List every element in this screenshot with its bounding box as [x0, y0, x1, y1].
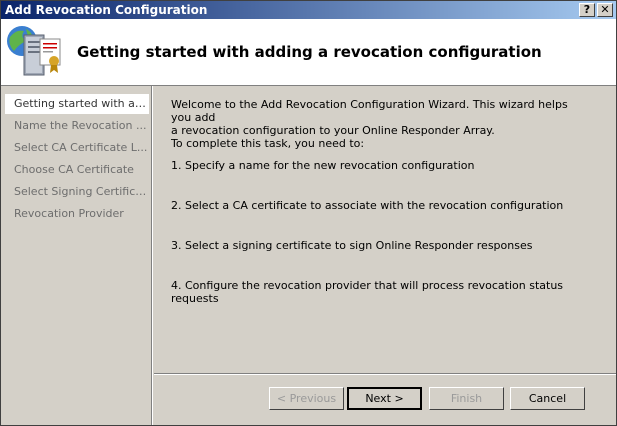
step-1-text: 1. Specify a name for the new revocation… [171, 159, 475, 172]
step-4-text: 4. Configure the revocation provider tha… [171, 279, 564, 305]
sidebar-item-select-signing-certificate[interactable]: Select Signing Certificate [5, 182, 149, 202]
intro-line-3: To complete this task, you need to: [171, 137, 365, 150]
title-bar[interactable]: Add Revocation Configuration ? ✕ [1, 1, 616, 19]
sidebar-item-name-revocation[interactable]: Name the Revocation ... [5, 116, 149, 136]
wizard-header: Getting started with adding a revocation… [1, 19, 616, 86]
previous-button[interactable]: < Previous [269, 387, 344, 410]
close-button[interactable]: ✕ [597, 3, 613, 17]
intro-line-1: Welcome to the Add Revocation Configurat… [171, 98, 568, 124]
sidebar-item-getting-started[interactable]: Getting started with ad... [5, 94, 149, 114]
page-title: Getting started with adding a revocation… [77, 43, 542, 61]
cancel-button[interactable]: Cancel [510, 387, 585, 410]
help-button[interactable]: ? [579, 3, 595, 17]
server-certificate-icon [7, 26, 61, 76]
button-area-divider [154, 373, 616, 375]
intro-line-2: a revocation configuration to your Onlin… [171, 124, 495, 137]
step-3-text: 3. Select a signing certificate to sign … [171, 239, 533, 252]
wizard-steps-sidebar: Getting started with ad... Name the Revo… [1, 86, 153, 425]
sidebar-item-revocation-provider[interactable]: Revocation Provider [5, 204, 149, 224]
sidebar-item-select-ca-location[interactable]: Select CA Certificate L... [5, 138, 149, 158]
step-2-text: 2. Select a CA certificate to associate … [171, 199, 564, 212]
intro-text: Welcome to the Add Revocation Configurat… [171, 98, 591, 150]
wizard-window: Add Revocation Configuration ? ✕ Getting… [0, 0, 617, 426]
window-title: Add Revocation Configuration [5, 3, 208, 17]
sidebar-divider [151, 86, 152, 425]
next-button[interactable]: Next > [347, 387, 422, 410]
finish-button[interactable]: Finish [429, 387, 504, 410]
sidebar-item-choose-ca-certificate[interactable]: Choose CA Certificate [5, 160, 149, 180]
